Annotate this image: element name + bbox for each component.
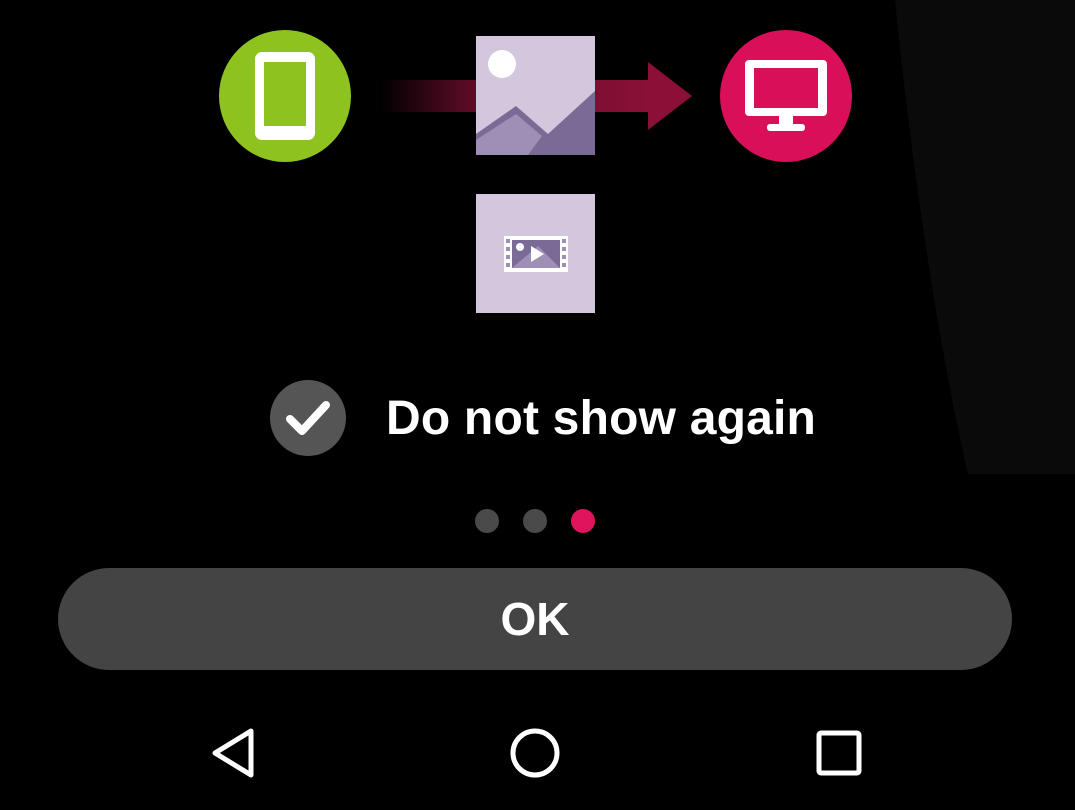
page-dot-2 bbox=[523, 509, 547, 533]
page-indicator bbox=[475, 509, 595, 533]
navigation-bar bbox=[0, 700, 1075, 810]
recents-button[interactable] bbox=[804, 718, 874, 788]
dont-show-again-checkbox[interactable] bbox=[270, 380, 346, 456]
home-icon bbox=[510, 728, 560, 778]
back-button[interactable] bbox=[198, 718, 268, 788]
smartphone-circle bbox=[219, 30, 351, 162]
monitor-icon bbox=[745, 60, 827, 131]
cast-illustration bbox=[0, 0, 1075, 340]
dont-show-again-row[interactable]: Do not show again bbox=[270, 380, 816, 456]
dont-show-again-label: Do not show again bbox=[386, 391, 817, 445]
page-dot-1 bbox=[475, 509, 499, 533]
recents-icon bbox=[816, 730, 862, 776]
back-icon bbox=[212, 728, 254, 778]
home-button[interactable] bbox=[500, 718, 570, 788]
image-icon bbox=[476, 36, 595, 155]
smartphone-icon bbox=[255, 52, 315, 140]
monitor-circle bbox=[720, 30, 852, 162]
video-icon bbox=[476, 194, 595, 313]
page-dot-3-active bbox=[571, 509, 595, 533]
check-icon bbox=[286, 401, 330, 435]
ok-button[interactable]: OK bbox=[58, 568, 1012, 670]
